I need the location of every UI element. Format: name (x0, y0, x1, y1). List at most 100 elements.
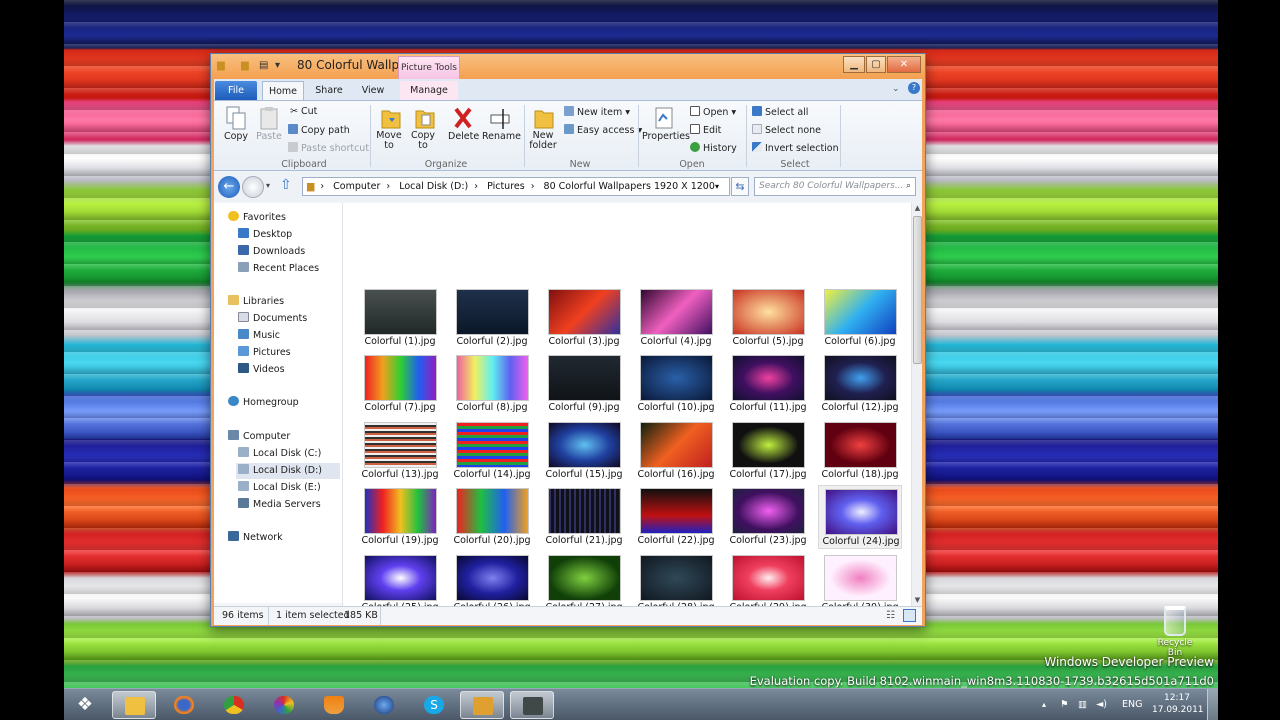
tab-file[interactable]: File (215, 81, 257, 100)
open-button[interactable]: Open ▾ (690, 106, 736, 118)
breadcrumb[interactable]: ▆ › Computer › Local Disk (D:) › Pictures › … (302, 177, 730, 196)
new-folder-button[interactable]: New folder (528, 105, 560, 151)
vertical-scrollbar[interactable]: ▲ ▼ (911, 203, 922, 606)
nav-music[interactable]: Music (238, 328, 280, 344)
nav-pictures[interactable]: Pictures (238, 345, 291, 361)
tab-manage[interactable]: Manage (400, 81, 458, 100)
scroll-up-icon[interactable]: ▲ (912, 203, 923, 214)
file-tile[interactable]: Colorful (6).jpg (818, 286, 902, 350)
taskbar-skype[interactable]: S (412, 691, 456, 719)
file-tile[interactable]: Colorful (3).jpg (542, 286, 626, 350)
history-button[interactable]: History (690, 142, 737, 154)
nav-videos[interactable]: Videos (238, 362, 285, 378)
start-button[interactable]: ❖ (70, 691, 100, 719)
maximize-button[interactable]: ▢ (866, 56, 886, 73)
nav-media-servers[interactable]: Media Servers (238, 497, 321, 513)
volume-icon[interactable]: ◄) (1096, 689, 1107, 720)
file-tile[interactable]: Colorful (19).jpg (358, 485, 442, 549)
file-tile[interactable]: Colorful (22).jpg (634, 485, 718, 549)
file-tile[interactable]: Colorful (27).jpg (542, 552, 626, 606)
rename-button[interactable]: Rename (482, 105, 521, 142)
select-all-button[interactable]: Select all (752, 106, 808, 118)
nav-libraries[interactable]: Libraries (228, 294, 284, 310)
file-tile[interactable]: Colorful (4).jpg (634, 286, 718, 350)
file-tile[interactable]: Colorful (11).jpg (726, 352, 810, 416)
nav-local-disk-c[interactable]: Local Disk (C:) (238, 446, 321, 462)
copy-button[interactable]: Copy (222, 105, 250, 142)
breadcrumb-disk-d[interactable]: Local Disk (D:) (399, 181, 468, 192)
tab-view[interactable]: View (354, 81, 392, 100)
taskbar-picasa[interactable] (262, 691, 306, 719)
file-tile[interactable]: Colorful (30).jpg (818, 552, 902, 606)
file-tile[interactable]: Colorful (17).jpg (726, 419, 810, 483)
copy-path-button[interactable]: Copy path (288, 124, 350, 136)
quick-access-folder-icon[interactable]: ▆ (241, 60, 249, 72)
copy-to-button[interactable]: Copy to (410, 105, 440, 151)
nav-favorites[interactable]: Favorites (228, 210, 286, 226)
nav-desktop[interactable]: Desktop (238, 227, 292, 243)
paste-shortcut-button[interactable]: Paste shortcut (288, 142, 369, 154)
address-dropdown-icon[interactable]: ▾ (715, 178, 719, 195)
file-tile[interactable]: Colorful (15).jpg (542, 419, 626, 483)
move-to-button[interactable]: Move to (376, 105, 406, 151)
tray-expand-icon[interactable]: ▴ (1042, 689, 1046, 720)
file-tile[interactable]: Colorful (1).jpg (358, 286, 442, 350)
file-tile[interactable]: Colorful (8).jpg (450, 352, 534, 416)
action-center-icon[interactable]: ⚑ (1060, 689, 1069, 720)
help-icon[interactable]: ? (908, 82, 920, 94)
minimize-button[interactable]: ▁ (843, 56, 865, 73)
scroll-down-icon[interactable]: ▼ (912, 595, 923, 606)
expand-ribbon-icon[interactable]: ⌄ (892, 84, 900, 94)
network-tray-icon[interactable]: ▥ (1078, 689, 1087, 720)
file-tile[interactable]: Colorful (18).jpg (818, 419, 902, 483)
history-dropdown-icon[interactable]: ▾ (266, 181, 270, 190)
file-tile[interactable]: Colorful (13).jpg (358, 419, 442, 483)
invert-selection-button[interactable]: Invert selection (752, 142, 839, 154)
close-button[interactable]: ✕ (887, 56, 921, 73)
taskbar-media-player[interactable] (460, 691, 504, 719)
taskbar-explorer[interactable] (112, 691, 156, 719)
properties-button[interactable]: Properties (642, 105, 690, 142)
nav-local-disk-d[interactable]: Local Disk (D:) (236, 463, 340, 479)
forward-button[interactable] (242, 176, 264, 198)
file-tile[interactable]: Colorful (25).jpg (358, 552, 442, 606)
file-tile[interactable]: Colorful (21).jpg (542, 485, 626, 549)
file-tile[interactable]: Colorful (20).jpg (450, 485, 534, 549)
taskbar-chrome[interactable] (212, 691, 256, 719)
paste-button[interactable]: Paste (254, 105, 284, 142)
refresh-button[interactable]: ⇆ (731, 177, 749, 196)
tab-home[interactable]: Home (262, 81, 304, 100)
quick-access-dropdown-icon[interactable]: ▾ (275, 60, 280, 72)
show-desktop-button[interactable] (1207, 689, 1218, 720)
cut-button[interactable]: ✂ Cut (290, 106, 317, 117)
file-tile[interactable]: Colorful (14).jpg (450, 419, 534, 483)
nav-homegroup[interactable]: Homegroup (228, 395, 299, 411)
file-tile[interactable]: Colorful (28).jpg (634, 552, 718, 606)
recycle-bin[interactable]: Recycle Bin (1150, 606, 1200, 658)
file-tile[interactable]: Colorful (7).jpg (358, 352, 442, 416)
taskbar-firefox[interactable] (162, 691, 206, 719)
breadcrumb-computer[interactable]: Computer (333, 181, 380, 192)
nav-documents[interactable]: Documents (238, 311, 307, 327)
up-arrow-icon[interactable]: ⇧ (280, 177, 292, 193)
file-tile[interactable]: Colorful (26).jpg (450, 552, 534, 606)
file-tile[interactable]: Colorful (16).jpg (634, 419, 718, 483)
file-tile[interactable]: Colorful (12).jpg (818, 352, 902, 416)
search-input[interactable]: Search 80 Colorful Wallpapers... ⌕ (754, 177, 916, 196)
breadcrumb-current-folder[interactable]: 80 Colorful Wallpapers 1920 X 1200 (544, 181, 715, 192)
file-tile[interactable]: Colorful (29).jpg (726, 552, 810, 606)
taskbar-vlc[interactable] (312, 691, 356, 719)
taskbar-google-earth[interactable] (362, 691, 406, 719)
scrollbar-thumb[interactable] (913, 216, 922, 364)
tab-share[interactable]: Share (309, 81, 349, 100)
details-view-icon[interactable]: ☷ (886, 607, 895, 625)
nav-computer[interactable]: Computer (228, 429, 290, 445)
large-icons-view-icon[interactable] (903, 609, 916, 622)
file-tile[interactable]: Colorful (5).jpg (726, 286, 810, 350)
new-item-button[interactable]: New item ▾ (564, 106, 630, 118)
nav-recent-places[interactable]: Recent Places (238, 261, 319, 277)
nav-downloads[interactable]: Downloads (238, 244, 305, 260)
file-tile[interactable]: Colorful (23).jpg (726, 485, 810, 549)
taskbar-recorder[interactable] (510, 691, 554, 719)
nav-network[interactable]: Network (228, 530, 283, 546)
